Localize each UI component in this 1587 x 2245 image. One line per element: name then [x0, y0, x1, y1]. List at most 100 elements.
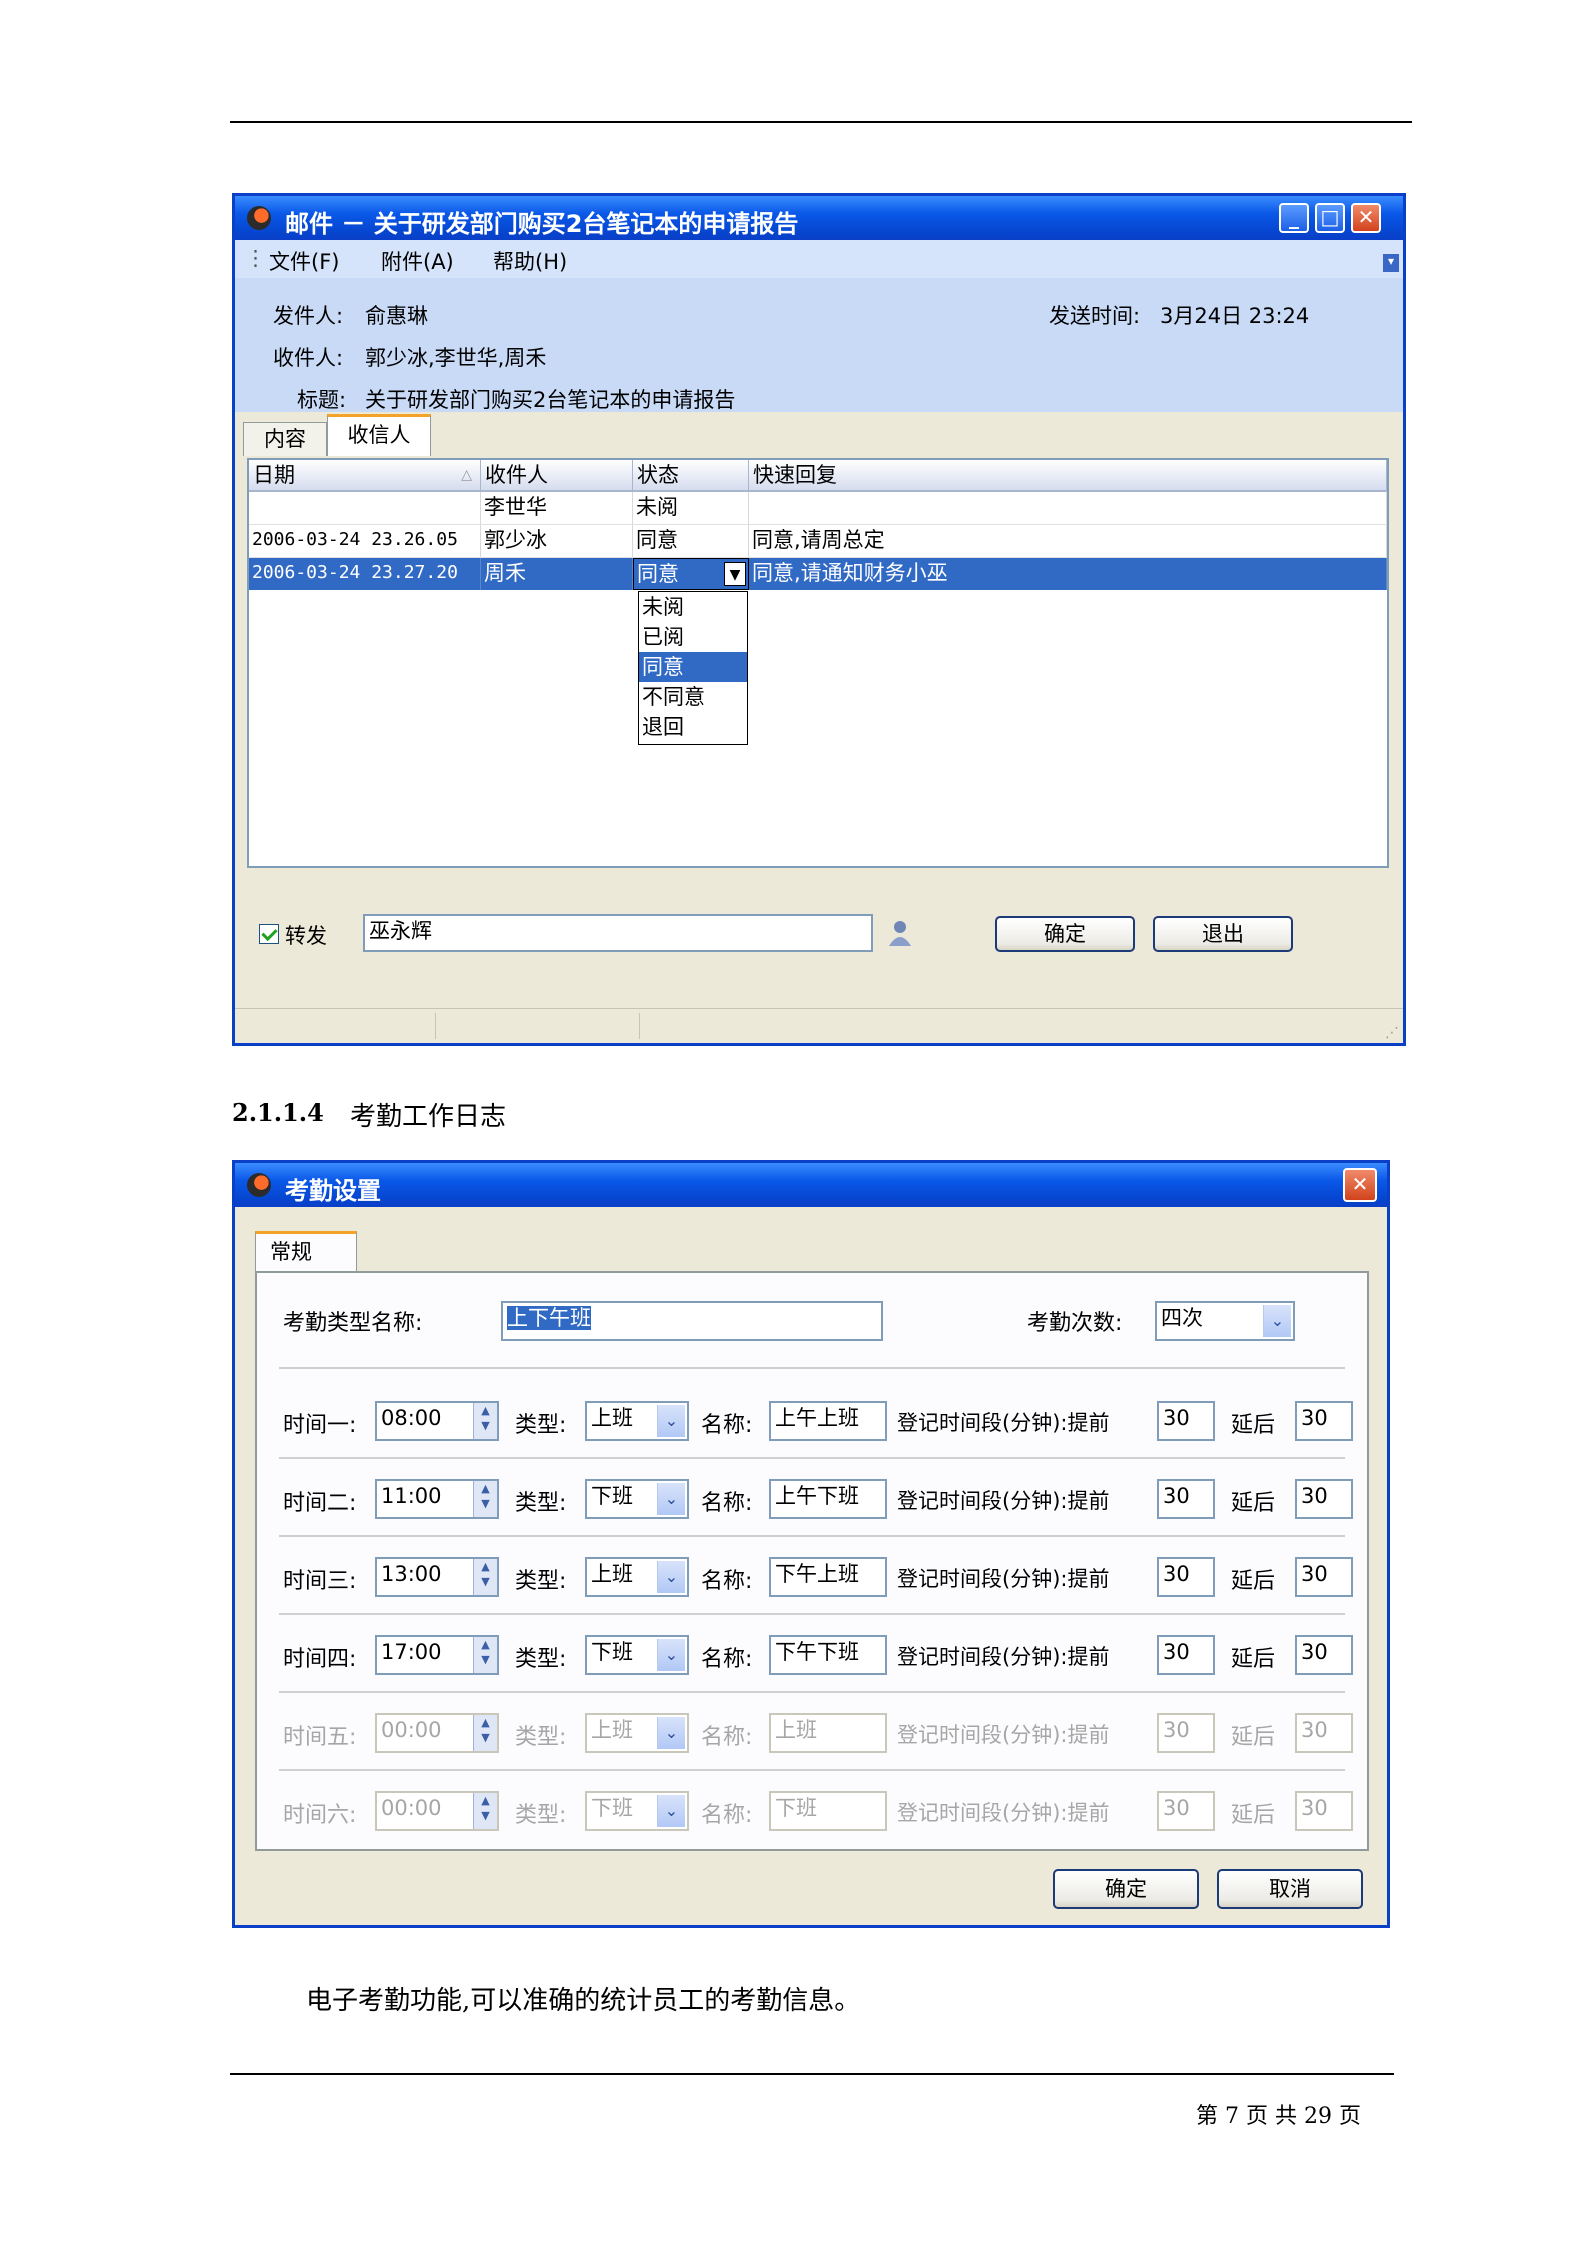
- col-header-reply[interactable]: 快速回复: [749, 460, 1387, 492]
- status-option[interactable]: 已阅: [639, 622, 747, 652]
- time-label: 时间三:: [283, 1569, 357, 1594]
- before-input[interactable]: 30: [1157, 1791, 1215, 1831]
- time-label: 时间六:: [283, 1803, 357, 1828]
- chevron-down-icon[interactable]: ⌄: [657, 1795, 685, 1827]
- attendance-titlebar[interactable]: 考勤设置 ✕: [235, 1163, 1387, 1207]
- time-input[interactable]: 08:00 ▲ ▼: [375, 1401, 499, 1441]
- after-label: 延后: [1231, 1647, 1276, 1672]
- cell-status[interactable]: 同意: [633, 525, 749, 557]
- close-icon[interactable]: ✕: [1351, 203, 1381, 233]
- chevron-down-icon[interactable]: ⌄: [657, 1717, 685, 1749]
- status-option[interactable]: 未阅: [639, 592, 747, 622]
- name-input[interactable]: 上午下班: [769, 1479, 887, 1519]
- after-input[interactable]: 30: [1295, 1713, 1353, 1753]
- after-input[interactable]: 30: [1295, 1635, 1353, 1675]
- time-label: 时间四:: [283, 1647, 357, 1672]
- before-input[interactable]: 30: [1157, 1557, 1215, 1597]
- divider: [279, 1367, 1345, 1369]
- spinner-icon[interactable]: ▲ ▼: [473, 1715, 497, 1751]
- tab-content[interactable]: 内容: [243, 422, 327, 456]
- close-icon[interactable]: ✕: [1343, 1168, 1377, 1202]
- count-select[interactable]: 四次 ⌄: [1155, 1301, 1295, 1341]
- type-select[interactable]: 上班 ⌄: [585, 1401, 689, 1441]
- chevron-down-icon[interactable]: ⌄: [657, 1561, 685, 1593]
- cell-status[interactable]: 未阅: [633, 492, 749, 524]
- cell-reply[interactable]: 同意,请通知财务小巫: [749, 558, 1387, 590]
- before-input[interactable]: 30: [1157, 1401, 1215, 1441]
- name-input[interactable]: 下午上班: [769, 1557, 887, 1597]
- cell-reply[interactable]: [749, 492, 1387, 524]
- time-input[interactable]: 17:00 ▲ ▼: [375, 1635, 499, 1675]
- menu-bar: ⋮ 文件(F) 附件(A) 帮助(H) ▾: [235, 240, 1403, 278]
- name-input[interactable]: 上午上班: [769, 1401, 887, 1441]
- attendance-row: 时间四: 17:00 ▲ ▼ 类型: 下班 ⌄ 名称: 下午下班 登记时间段(分钟):提前 30 延后…: [257, 1629, 1367, 1689]
- type-select[interactable]: 下班 ⌄: [585, 1635, 689, 1675]
- type-select[interactable]: 下班 ⌄: [585, 1791, 689, 1831]
- tab-general[interactable]: 常规: [255, 1231, 357, 1273]
- resize-grip-icon[interactable]: ⋰: [1385, 1025, 1399, 1041]
- col-header-date[interactable]: 日期 △: [249, 460, 481, 492]
- cancel-button[interactable]: 取消: [1217, 1869, 1363, 1909]
- type-select[interactable]: 下班 ⌄: [585, 1479, 689, 1519]
- col-header-recipient[interactable]: 收件人: [481, 460, 633, 492]
- exit-button[interactable]: 退出: [1153, 916, 1293, 952]
- spinner-icon[interactable]: ▲ ▼: [473, 1481, 497, 1517]
- chevron-down-icon[interactable]: ⌄: [1263, 1305, 1291, 1337]
- minimize-icon[interactable]: _: [1279, 203, 1309, 233]
- mail-titlebar[interactable]: 邮件 － 关于研发部门购买2台笔记本的申请报告 _ □ ✕: [235, 196, 1403, 240]
- after-input[interactable]: 30: [1295, 1557, 1353, 1597]
- before-input[interactable]: 30: [1157, 1479, 1215, 1519]
- type-select[interactable]: 上班 ⌄: [585, 1713, 689, 1753]
- type-name-input[interactable]: 上下午班: [501, 1301, 883, 1341]
- chevron-down-icon[interactable]: ⌄: [657, 1405, 685, 1437]
- time-label: 时间一:: [283, 1413, 357, 1438]
- table-row-selected[interactable]: 2006-03-24 23.27.20 周禾 同意 ▼ 同意,请通知财务小巫: [249, 558, 1387, 590]
- name-input[interactable]: 下午下班: [769, 1635, 887, 1675]
- col-header-status[interactable]: 状态: [633, 460, 749, 492]
- tab-recipients[interactable]: 收信人: [327, 414, 431, 456]
- after-input[interactable]: 30: [1295, 1479, 1353, 1519]
- dropdown-arrow-icon[interactable]: ▼: [724, 562, 746, 586]
- cell-recipient: 周禾: [481, 558, 633, 590]
- ok-button[interactable]: 确定: [995, 916, 1135, 952]
- name-input[interactable]: 上班: [769, 1713, 887, 1753]
- status-combo[interactable]: 同意 ▼: [633, 558, 749, 590]
- before-input[interactable]: 30: [1157, 1713, 1215, 1753]
- table-row[interactable]: 2006-03-24 23.26.05 郭少冰 同意 同意,请周总定: [249, 525, 1387, 558]
- menu-attachment[interactable]: 附件(A): [381, 246, 454, 276]
- table-row[interactable]: 李世华 未阅: [249, 492, 1387, 525]
- cell-reply[interactable]: 同意,请周总定: [749, 525, 1387, 557]
- time-input[interactable]: 00:00 ▲ ▼: [375, 1791, 499, 1831]
- status-option[interactable]: 退回: [639, 712, 747, 742]
- type-select[interactable]: 上班 ⌄: [585, 1557, 689, 1597]
- forward-to-input[interactable]: 巫永辉: [363, 914, 873, 952]
- time-input[interactable]: 00:00 ▲ ▼: [375, 1713, 499, 1753]
- chevron-down-icon[interactable]: ⌄: [657, 1483, 685, 1515]
- status-option[interactable]: 不同意: [639, 682, 747, 712]
- time-input[interactable]: 11:00 ▲ ▼: [375, 1479, 499, 1519]
- spinner-icon[interactable]: ▲ ▼: [473, 1637, 497, 1673]
- cell-date: 2006-03-24 23.27.20: [249, 558, 481, 590]
- send-time-value: 3月24日 23:24: [1160, 304, 1310, 328]
- after-label: 延后: [1231, 1803, 1276, 1828]
- toolbar-chevron-icon[interactable]: ▾: [1383, 254, 1399, 272]
- confirm-button[interactable]: 确定: [1053, 1869, 1199, 1909]
- forward-checkbox[interactable]: [259, 924, 279, 944]
- status-option-selected[interactable]: 同意: [639, 652, 747, 682]
- spinner-icon[interactable]: ▲ ▼: [473, 1793, 497, 1829]
- time-input[interactable]: 13:00 ▲ ▼: [375, 1557, 499, 1597]
- after-input[interactable]: 30: [1295, 1791, 1353, 1831]
- menu-file[interactable]: 文件(F): [269, 246, 339, 276]
- after-input[interactable]: 30: [1295, 1401, 1353, 1441]
- time-label: 时间五:: [283, 1725, 357, 1750]
- spinner-icon[interactable]: ▲ ▼: [473, 1559, 497, 1595]
- maximize-icon[interactable]: □: [1315, 203, 1345, 233]
- mail-header: 发件人: 俞惠琳 发送时间: 3月24日 23:24 收件人: 郭少冰,李世华,…: [235, 278, 1403, 412]
- menu-help[interactable]: 帮助(H): [493, 246, 567, 276]
- spinner-icon[interactable]: ▲ ▼: [473, 1403, 497, 1439]
- before-input[interactable]: 30: [1157, 1635, 1215, 1675]
- chevron-down-icon[interactable]: ⌄: [657, 1639, 685, 1671]
- contact-picker-icon[interactable]: [887, 918, 913, 948]
- app-icon: [247, 206, 271, 230]
- name-input[interactable]: 下班: [769, 1791, 887, 1831]
